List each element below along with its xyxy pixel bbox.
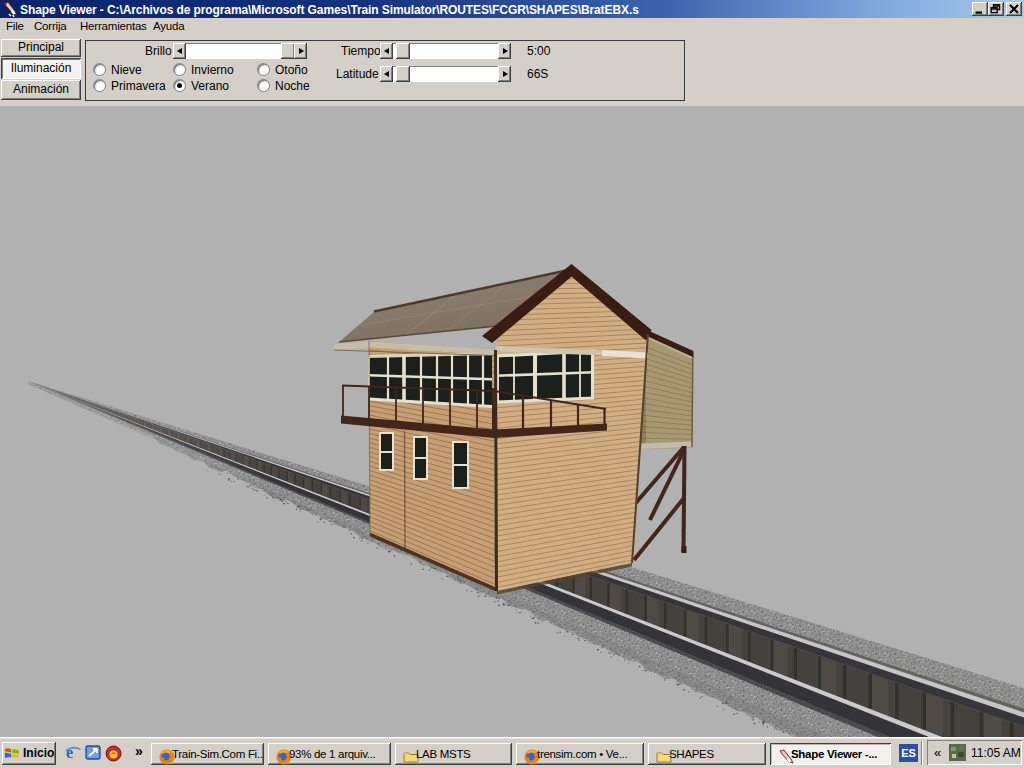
svg-text:e: e [66,744,73,761]
